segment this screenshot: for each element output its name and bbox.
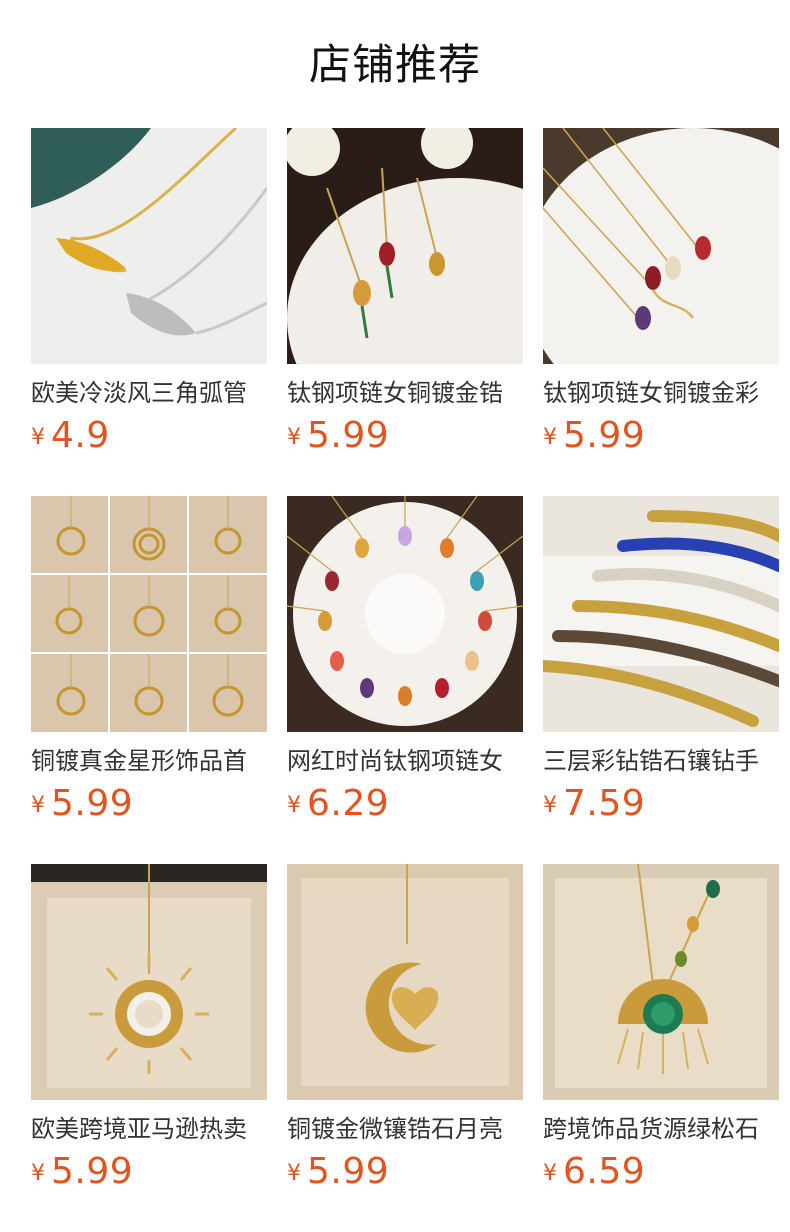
product-price: ¥5.99 <box>31 1150 133 1194</box>
currency-symbol: ¥ <box>31 793 45 818</box>
product-image[interactable] <box>543 128 779 364</box>
product-card[interactable]: 欧美跨境亚马逊热卖 ¥5.99 <box>31 864 267 1194</box>
product-price: ¥4.9 <box>31 414 110 458</box>
product-price: ¥6.59 <box>543 1150 645 1194</box>
currency-symbol: ¥ <box>543 1161 557 1186</box>
product-card[interactable]: 网红时尚钛钢项链女 ¥6.29 <box>287 496 523 826</box>
product-name[interactable]: 欧美冷淡风三角弧管 <box>31 376 267 410</box>
page-title: 店铺推荐 <box>308 40 481 89</box>
currency-symbol: ¥ <box>31 425 45 450</box>
product-name[interactable]: 三层彩钻锆石镶钻手 <box>543 744 779 778</box>
product-card[interactable]: 钛钢项链女铜镀金锆 ¥5.99 <box>287 128 523 458</box>
product-price: ¥5.99 <box>287 1150 389 1194</box>
price-amount: 4.9 <box>51 415 110 456</box>
product-card[interactable]: 钛钢项链女铜镀金彩 ¥5.99 <box>543 128 779 458</box>
price-amount: 5.99 <box>51 1151 134 1192</box>
price-amount: 7.59 <box>563 783 646 824</box>
product-card[interactable]: 铜镀金微镶锆石月亮 ¥5.99 <box>287 864 523 1194</box>
product-name[interactable]: 钛钢项链女铜镀金锆 <box>287 376 523 410</box>
price-amount: 5.99 <box>51 783 134 824</box>
product-price: ¥5.99 <box>31 782 133 826</box>
currency-symbol: ¥ <box>543 425 557 450</box>
product-price: ¥6.29 <box>287 782 389 826</box>
price-amount: 5.99 <box>563 415 646 456</box>
product-image[interactable] <box>543 496 779 732</box>
product-grid: 欧美冷淡风三角弧管 ¥4.9 钛钢项链女铜镀金锆 ¥5.99 钛钢项链女铜镀金彩… <box>31 128 790 1232</box>
currency-symbol: ¥ <box>287 793 301 818</box>
price-amount: 6.29 <box>307 783 390 824</box>
product-name[interactable]: 钛钢项链女铜镀金彩 <box>543 376 779 410</box>
product-image[interactable] <box>31 128 267 364</box>
product-card[interactable]: 欧美冷淡风三角弧管 ¥4.9 <box>31 128 267 458</box>
product-image[interactable] <box>543 864 779 1100</box>
currency-symbol: ¥ <box>543 793 557 818</box>
product-price: ¥5.99 <box>543 414 645 458</box>
price-amount: 5.99 <box>307 415 390 456</box>
product-card[interactable]: 三层彩钻锆石镶钻手 ¥7.59 <box>543 496 779 826</box>
product-card[interactable]: 铜镀真金星形饰品首 ¥5.99 <box>31 496 267 826</box>
currency-symbol: ¥ <box>287 1161 301 1186</box>
currency-symbol: ¥ <box>287 425 301 450</box>
currency-symbol: ¥ <box>31 1161 45 1186</box>
price-amount: 5.99 <box>307 1151 390 1192</box>
product-name[interactable]: 网红时尚钛钢项链女 <box>287 744 523 778</box>
product-name[interactable]: 欧美跨境亚马逊热卖 <box>31 1112 267 1146</box>
product-price: ¥5.99 <box>287 414 389 458</box>
price-amount: 6.59 <box>563 1151 646 1192</box>
product-name[interactable]: 跨境饰品货源绿松石 <box>543 1112 779 1146</box>
product-image[interactable] <box>287 864 523 1100</box>
product-name[interactable]: 铜镀金微镶锆石月亮 <box>287 1112 523 1146</box>
product-price: ¥7.59 <box>543 782 645 826</box>
product-image[interactable] <box>287 496 523 732</box>
product-card[interactable]: 跨境饰品货源绿松石 ¥6.59 <box>543 864 779 1194</box>
product-name[interactable]: 铜镀真金星形饰品首 <box>31 744 267 778</box>
product-image[interactable] <box>287 128 523 364</box>
product-image[interactable] <box>31 496 267 732</box>
product-image[interactable] <box>31 864 267 1100</box>
